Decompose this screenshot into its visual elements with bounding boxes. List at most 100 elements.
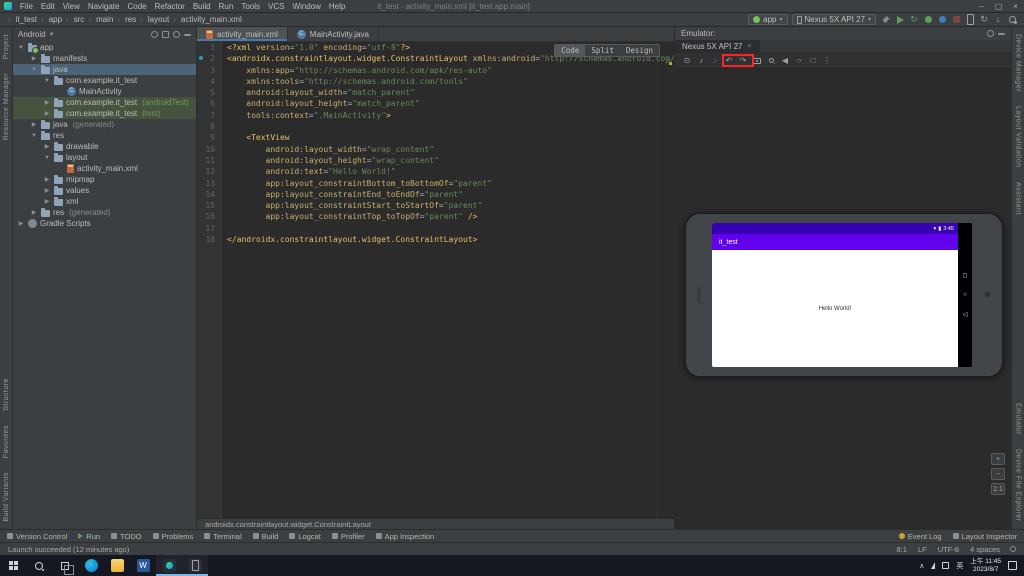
- tool-button-favorites[interactable]: Favorites: [3, 418, 10, 465]
- overview-button[interactable]: □: [808, 55, 818, 67]
- code-text[interactable]: </androidx.constraintlayout.widget.Const…: [221, 234, 477, 245]
- task-view-button[interactable]: [52, 555, 78, 576]
- code-text[interactable]: app:layout_constraintBottom_toBottomOf="…: [221, 178, 492, 189]
- menu-item[interactable]: Navigate: [84, 2, 124, 11]
- breadcrumb-item[interactable]: activity_main.xml: [171, 15, 244, 24]
- run-configuration-select[interactable]: app: [748, 14, 788, 25]
- maximize-button[interactable]: ▢: [990, 2, 1007, 11]
- view-mode-code[interactable]: Code: [555, 45, 586, 56]
- tree-item-activity-main-xml[interactable]: activity_main.xml: [13, 163, 196, 174]
- code-text[interactable]: app:layout_constraintStart_toStartOf="pa…: [221, 200, 483, 211]
- menu-item[interactable]: VCS: [264, 2, 288, 11]
- code-line[interactable]: 6 android:layout_height="match_parent": [197, 98, 674, 109]
- code-text[interactable]: [221, 121, 227, 132]
- close-button[interactable]: ×: [1007, 2, 1024, 11]
- status-segment[interactable]: 8:1: [897, 545, 907, 554]
- power-button[interactable]: ⊙: [682, 55, 692, 67]
- tree-item-layout[interactable]: ▼ layout: [13, 152, 196, 163]
- toolwindow-event-log[interactable]: Event Log: [898, 532, 942, 541]
- expand-arrow-icon[interactable]: ▶: [43, 187, 51, 194]
- start-button[interactable]: [0, 555, 26, 576]
- tool-button-assistant[interactable]: Assistant: [1015, 175, 1022, 222]
- search-everywhere-button[interactable]: [1006, 14, 1018, 26]
- input-language-indicator[interactable]: 英: [956, 561, 963, 571]
- code-text[interactable]: app:layout_constraintEnd_toEndOf="parent…: [221, 189, 463, 200]
- code-line[interactable]: 11 android:layout_height="wrap_content": [197, 155, 674, 166]
- menu-item[interactable]: Edit: [37, 2, 59, 11]
- tab-activity-main-xml[interactable]: activity_main.xml: [197, 27, 288, 41]
- toolwindow-problems[interactable]: Problems: [152, 532, 193, 541]
- breadcrumb-item[interactable]: it_test: [6, 15, 39, 24]
- menu-item[interactable]: Tools: [237, 2, 264, 11]
- menu-item[interactable]: Window: [288, 2, 324, 11]
- zoom-mode-button[interactable]: [766, 55, 776, 67]
- zoom-reset-button[interactable]: 1:1: [991, 483, 1005, 495]
- notifications-bell-icon[interactable]: [1010, 546, 1016, 552]
- taskbar-word-icon[interactable]: [130, 555, 156, 576]
- toolwindow-run[interactable]: Run: [78, 532, 100, 541]
- expand-arrow-icon[interactable]: ▼: [17, 45, 25, 51]
- tab-mainactivity-java[interactable]: MainActivity.java: [288, 27, 379, 41]
- code-line[interactable]: 10 android:layout_width="wrap_content": [197, 144, 674, 155]
- nav-home-button[interactable]: ○: [963, 292, 967, 298]
- tree-item-mainactivity[interactable]: MainActivity: [13, 86, 196, 97]
- network-icon[interactable]: [931, 562, 936, 569]
- volume-down-button[interactable]: ♪: [710, 55, 720, 67]
- code-text[interactable]: android:layout_height="match_parent": [221, 98, 419, 109]
- code-text[interactable]: android:text="Hello World!": [221, 166, 396, 177]
- tree-item-mipmap[interactable]: ▶ mipmap: [13, 174, 196, 185]
- taskbar-search-button[interactable]: [26, 555, 52, 576]
- status-segment[interactable]: 4 spaces: [970, 545, 1000, 554]
- tool-button-project[interactable]: Project: [3, 27, 10, 66]
- menu-item[interactable]: View: [59, 2, 84, 11]
- code-text[interactable]: app:layout_constraintTop_toTopOf="parent…: [221, 211, 478, 222]
- nav-back-button[interactable]: ◁: [963, 311, 968, 318]
- expand-arrow-icon[interactable]: ▶: [43, 143, 51, 150]
- expand-arrow-icon[interactable]: ▶: [43, 99, 51, 106]
- locate-file-icon[interactable]: [151, 31, 158, 38]
- volume-icon[interactable]: [942, 562, 950, 569]
- tool-button-layout-validation[interactable]: Layout Validation: [1015, 99, 1022, 175]
- expand-arrow-icon[interactable]: ▶: [30, 55, 38, 62]
- hide-panel-icon[interactable]: [184, 34, 191, 36]
- code-line[interactable]: 13 app:layout_constraintBottom_toBottomO…: [197, 178, 674, 189]
- view-mode-split[interactable]: Split: [585, 45, 620, 56]
- code-line[interactable]: 15 app:layout_constraintStart_toStartOf=…: [197, 200, 674, 211]
- tool-button-structure[interactable]: Structure: [3, 371, 10, 418]
- tree-item-gradle-scripts[interactable]: ▶ Gradle Scripts: [13, 218, 196, 229]
- taskbar-file-explorer-icon[interactable]: [104, 555, 130, 576]
- tree-item-res-generated[interactable]: ▶ res (generated): [13, 207, 196, 218]
- menu-item[interactable]: Build: [189, 2, 215, 11]
- tray-expand-icon[interactable]: ∧: [919, 562, 924, 570]
- breadcrumb-item[interactable]: src: [64, 15, 86, 24]
- toolwindow-app-inspection[interactable]: App Inspection: [375, 532, 434, 541]
- stop-button[interactable]: [950, 14, 962, 26]
- breadcrumb-item[interactable]: res: [115, 15, 138, 24]
- taskbar-clock[interactable]: 上午 11:45 2023/8/7: [970, 558, 1001, 574]
- code-line[interactable]: 8: [197, 121, 674, 132]
- tree-item-manifests[interactable]: ▶ manifests: [13, 53, 196, 64]
- expand-arrow-icon[interactable]: ▶: [43, 176, 51, 183]
- breadcrumb-item[interactable]: app: [39, 15, 64, 24]
- run-button[interactable]: [894, 14, 906, 26]
- expand-arrow-icon[interactable]: ▶: [43, 198, 51, 205]
- menu-item[interactable]: File: [16, 2, 37, 11]
- volume-up-button[interactable]: ♪: [696, 55, 706, 67]
- code-text[interactable]: <TextView: [221, 132, 289, 143]
- tree-item-xml[interactable]: ▶ xml: [13, 196, 196, 207]
- toolwindow-profiler[interactable]: Profiler: [331, 532, 365, 541]
- code-text[interactable]: tools:context=".MainActivity">: [221, 110, 391, 121]
- expand-arrow-icon[interactable]: ▼: [43, 155, 51, 161]
- view-mode-design[interactable]: Design: [620, 45, 659, 56]
- tree-item-res[interactable]: ▼ res: [13, 130, 196, 141]
- close-tab-icon[interactable]: ×: [747, 43, 751, 50]
- status-segment[interactable]: UTF-8: [938, 545, 959, 554]
- tree-item-java[interactable]: ▼ java: [13, 64, 196, 75]
- menu-item[interactable]: Help: [325, 2, 349, 11]
- expand-arrow-icon[interactable]: ▼: [30, 133, 38, 139]
- toolwindow-layout-inspector[interactable]: Layout Inspector: [952, 532, 1017, 541]
- menu-item[interactable]: Run: [215, 2, 238, 11]
- expand-arrow-icon[interactable]: ▶: [43, 110, 51, 117]
- code-line[interactable]: 7 tools:context=".MainActivity">: [197, 110, 674, 121]
- action-center-icon[interactable]: [1008, 561, 1017, 570]
